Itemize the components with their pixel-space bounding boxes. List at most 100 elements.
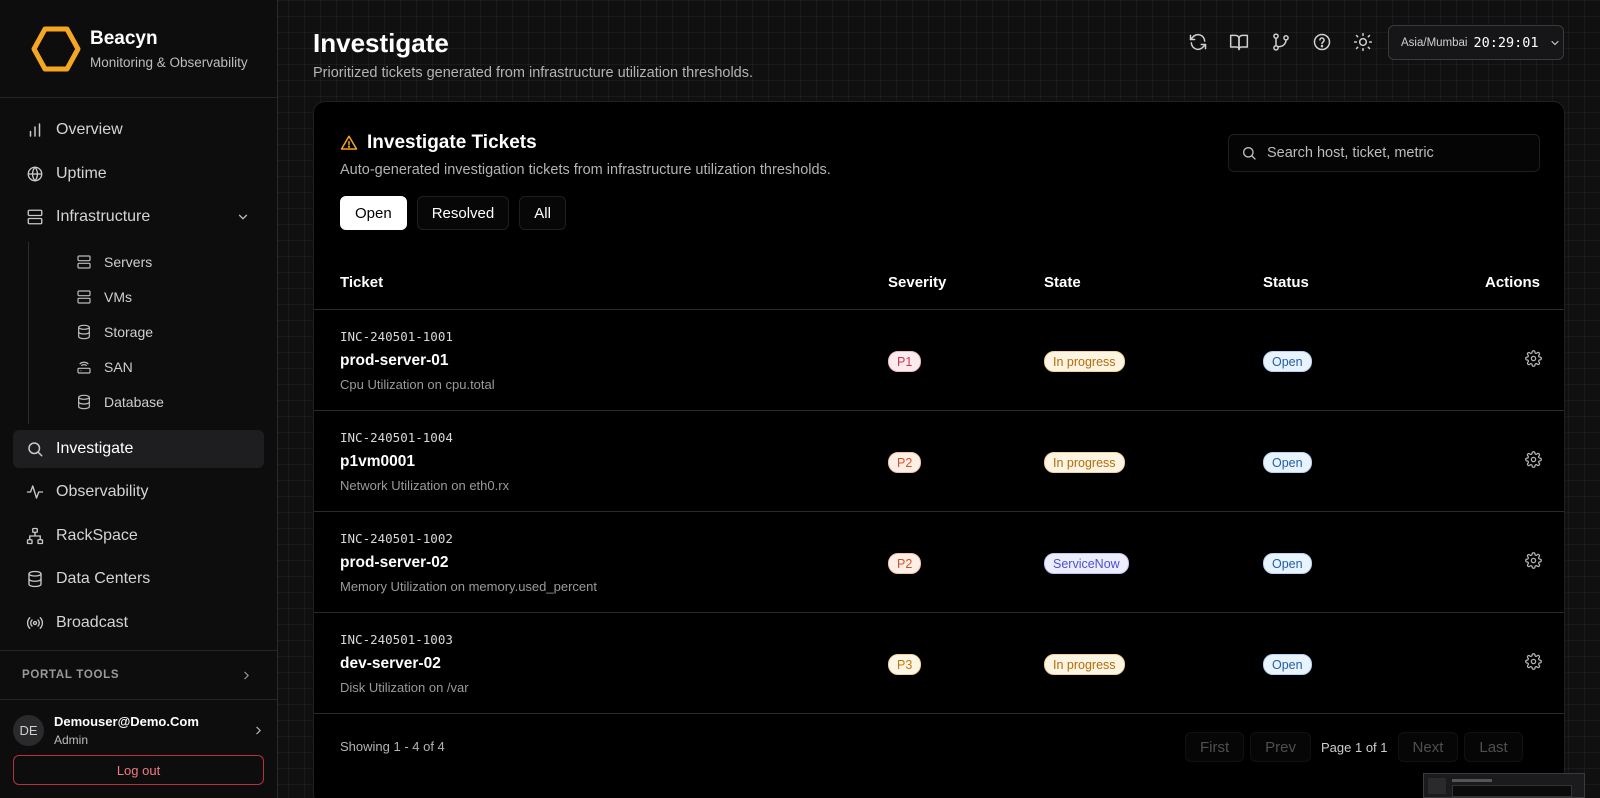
brand-tagline: Monitoring & Observability <box>90 54 248 70</box>
sidebar-item-servers[interactable]: Servers <box>29 245 264 280</box>
router-icon <box>77 361 91 374</box>
search-box[interactable] <box>1228 134 1540 172</box>
gear-icon[interactable] <box>1525 653 1542 670</box>
logout-button[interactable]: Log out <box>13 755 264 785</box>
search-input[interactable] <box>1267 145 1537 161</box>
ticket-host[interactable]: p1vm0001 <box>340 453 415 471</box>
sidebar-item-label: Broadcast <box>56 613 129 631</box>
sidebar-item-observability[interactable]: Observability <box>13 473 264 511</box>
server-icon <box>27 209 43 225</box>
table-row[interactable]: INC-240501-1003 dev-server-02 Disk Utili… <box>314 613 1564 714</box>
table-row[interactable]: INC-240501-1002 prod-server-02 Memory Ut… <box>314 512 1564 613</box>
sidebar-item-vms[interactable]: VMs <box>29 280 264 315</box>
gear-icon[interactable] <box>1525 451 1542 468</box>
sidebar-item-san[interactable]: SAN <box>29 350 264 385</box>
database-icon <box>28 570 42 588</box>
user-menu[interactable]: DE Demouser@Demo.Com Admin <box>13 712 265 748</box>
ticket-host[interactable]: dev-server-02 <box>340 655 441 673</box>
sidebar-subitem-label: Storage <box>104 324 154 340</box>
table-row[interactable]: INC-240501-1001 prod-server-01 Cpu Utili… <box>314 310 1564 411</box>
sidebar-subitem-label: SAN <box>104 359 133 375</box>
sidebar-item-broadcast[interactable]: Broadcast <box>13 604 264 642</box>
table-row[interactable]: INC-240501-1004 p1vm0001 Network Utiliza… <box>314 411 1564 512</box>
sidebar-item-label: Observability <box>56 483 149 500</box>
sun-icon[interactable] <box>1353 32 1373 52</box>
column-ticket[interactable]: Ticket <box>340 274 383 291</box>
network-icon <box>26 527 44 544</box>
portal-tools-label: PORTAL TOOLS <box>22 669 120 681</box>
sidebar-subitem-label: VMs <box>104 289 132 305</box>
book-icon[interactable] <box>1229 32 1249 52</box>
sidebar-item-label: Infrastructure <box>56 208 151 225</box>
header-toolbar <box>1188 32 1394 52</box>
gear-icon[interactable] <box>1525 350 1542 367</box>
status-badge: Open <box>1263 654 1312 675</box>
search-icon <box>1243 147 1256 160</box>
filter-open[interactable]: Open <box>340 196 407 230</box>
sidebar-item-investigate[interactable]: Investigate <box>13 429 264 468</box>
sidebar-item-label: Investigate <box>56 439 134 457</box>
page-title: Investigate <box>313 28 449 58</box>
sidebar-item-database[interactable]: Database <box>29 385 264 420</box>
ticket-host[interactable]: prod-server-02 <box>340 554 449 572</box>
timezone-selector[interactable]: Asia/Mumbai 20:29:01 <box>1388 25 1564 60</box>
state-badge: In progress <box>1044 452 1125 473</box>
refresh-icon[interactable] <box>1188 32 1208 52</box>
globe-icon <box>27 165 43 182</box>
bar-chart-icon <box>29 123 41 137</box>
timezone-name: Asia/Mumbai <box>1401 36 1468 49</box>
sidebar-item-label: Overview <box>56 121 123 138</box>
sidebar-item-overview[interactable]: Overview <box>13 111 264 149</box>
state-badge: In progress <box>1044 654 1125 675</box>
warning-icon <box>340 135 358 150</box>
screenshot-thumbnail[interactable] <box>1423 773 1585 798</box>
search-icon <box>28 441 43 456</box>
status-badge: Open <box>1263 553 1312 574</box>
sidebar-item-label: Uptime <box>56 164 107 182</box>
ticket-id: INC-240501-1002 <box>340 531 453 546</box>
ticket-id: INC-240501-1003 <box>340 632 453 647</box>
ticket-metric: Memory Utilization on memory.used_percen… <box>340 579 597 594</box>
column-status[interactable]: Status <box>1263 274 1309 291</box>
server-icon <box>77 290 91 304</box>
user-role: Admin <box>54 732 89 747</box>
filter-tabs: Open Resolved All <box>340 196 576 230</box>
chevron-down-icon <box>1550 40 1559 45</box>
gear-icon[interactable] <box>1525 552 1542 569</box>
sidebar-item-label: RackSpace <box>56 526 138 544</box>
first-page-button[interactable]: First <box>1185 732 1245 762</box>
database-icon <box>78 394 90 410</box>
server-icon <box>77 255 91 269</box>
hexagon-logo-icon <box>31 26 81 71</box>
current-time: 20:29:01 <box>1473 34 1539 51</box>
infrastructure-submenu: Servers VMs Storage SAN Database <box>28 241 264 424</box>
column-actions: Actions <box>1485 274 1541 291</box>
sidebar-item-infrastructure[interactable]: Infrastructure <box>13 198 264 236</box>
git-branch-icon[interactable] <box>1271 32 1291 52</box>
ticket-host[interactable]: prod-server-01 <box>340 352 449 370</box>
sidebar-item-storage[interactable]: Storage <box>29 315 264 350</box>
state-badge: ServiceNow <box>1044 553 1129 574</box>
next-page-button[interactable]: Next <box>1397 732 1459 762</box>
filter-all[interactable]: All <box>519 196 566 230</box>
page-indicator: Page 1 of 1 <box>1321 739 1388 755</box>
ticket-metric: Disk Utilization on /var <box>340 680 469 695</box>
sidebar-item-rackspace[interactable]: RackSpace <box>13 517 264 555</box>
last-page-button[interactable]: Last <box>1464 732 1523 762</box>
help-icon[interactable] <box>1312 32 1332 52</box>
sidebar-item-data-centers[interactable]: Data Centers <box>13 560 264 598</box>
sidebar-subitem-label: Servers <box>104 254 153 270</box>
filter-resolved[interactable]: Resolved <box>416 196 510 230</box>
table-header: Ticket Severity State Status Actions <box>314 254 1564 310</box>
ticket-metric: Cpu Utilization on cpu.total <box>340 377 495 392</box>
brand[interactable]: Beacyn Monitoring & Observability <box>0 0 277 98</box>
activity-icon <box>26 485 44 499</box>
page-subtitle: Prioritized tickets generated from infra… <box>313 65 754 81</box>
column-severity[interactable]: Severity <box>888 274 946 291</box>
tickets-card: Investigate Tickets Auto-generated inves… <box>313 101 1565 798</box>
portal-tools-toggle[interactable]: PORTAL TOOLS <box>0 650 277 700</box>
prev-page-button[interactable]: Prev <box>1250 732 1312 762</box>
column-state[interactable]: State <box>1044 274 1081 291</box>
sidebar-item-uptime[interactable]: Uptime <box>13 155 264 193</box>
brand-name: Beacyn <box>90 27 158 49</box>
